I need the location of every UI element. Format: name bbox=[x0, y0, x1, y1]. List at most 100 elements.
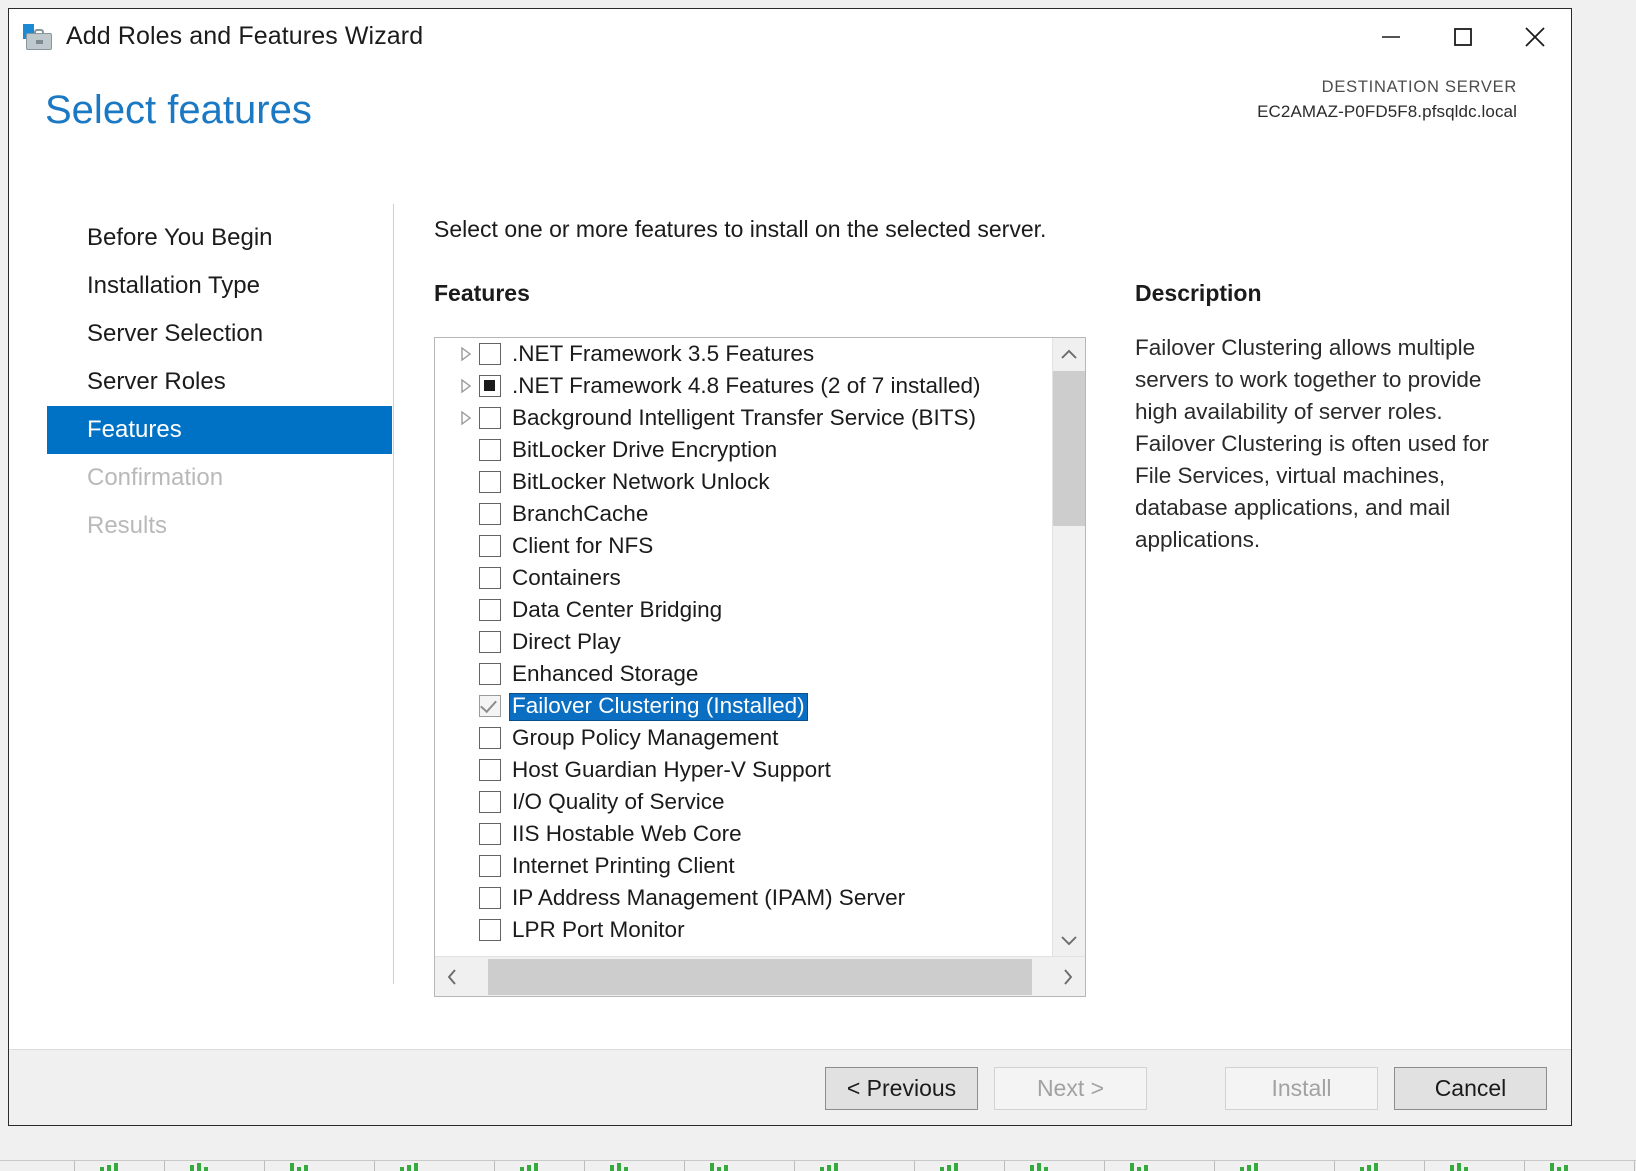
feature-row[interactable]: Host Guardian Hyper-V Support bbox=[435, 754, 1052, 786]
feature-checkbox[interactable] bbox=[479, 855, 501, 877]
feature-row[interactable]: IP Address Management (IPAM) Server bbox=[435, 882, 1052, 914]
feature-checkbox[interactable] bbox=[479, 631, 501, 653]
strip-separator bbox=[74, 1161, 75, 1171]
strip-separator bbox=[1634, 1161, 1635, 1171]
strip-marks bbox=[1030, 1162, 1048, 1171]
destination-server-name: EC2AMAZ-P0FD5F8.pfsqldc.local bbox=[1257, 100, 1517, 125]
previous-button[interactable]: < Previous bbox=[825, 1067, 978, 1110]
description-text: Failover Clustering allows multiple serv… bbox=[1135, 332, 1527, 556]
page-title: Select features bbox=[45, 88, 312, 133]
feature-row[interactable]: Client for NFS bbox=[435, 530, 1052, 562]
feature-checkbox[interactable] bbox=[479, 599, 501, 621]
wizard-footer: < Previous Next > Install Cancel bbox=[9, 1049, 1571, 1125]
feature-label: I/O Quality of Service bbox=[512, 791, 725, 814]
nav-item-results: Results bbox=[47, 502, 392, 550]
desktop-strip bbox=[0, 1126, 1636, 1171]
chevron-up-icon[interactable] bbox=[1053, 338, 1085, 371]
feature-label: Host Guardian Hyper-V Support bbox=[512, 759, 831, 782]
nav-item-features[interactable]: Features bbox=[47, 406, 392, 454]
feature-checkbox[interactable] bbox=[479, 919, 501, 941]
install-button: Install bbox=[1225, 1067, 1378, 1110]
strip-marks bbox=[100, 1162, 118, 1171]
expand-triangle-icon[interactable] bbox=[453, 378, 479, 394]
feature-checkbox[interactable] bbox=[479, 439, 501, 461]
feature-row[interactable]: BranchCache bbox=[435, 498, 1052, 530]
feature-row[interactable]: Data Center Bridging bbox=[435, 594, 1052, 626]
feature-row[interactable]: Group Policy Management bbox=[435, 722, 1052, 754]
maximize-icon[interactable] bbox=[1427, 9, 1499, 64]
nav-item-before-you-begin[interactable]: Before You Begin bbox=[47, 214, 392, 262]
feature-row[interactable]: Failover Clustering (Installed) bbox=[435, 690, 1052, 722]
strip-marks bbox=[820, 1162, 838, 1171]
expand-triangle-icon[interactable] bbox=[453, 346, 479, 362]
strip-marks bbox=[520, 1162, 538, 1171]
feature-row[interactable]: IIS Hostable Web Core bbox=[435, 818, 1052, 850]
destination-server-label: DESTINATION SERVER bbox=[1257, 76, 1517, 100]
feature-label: Internet Printing Client bbox=[512, 855, 735, 878]
feature-checkbox[interactable] bbox=[479, 535, 501, 557]
horizontal-scroll-thumb[interactable] bbox=[488, 959, 1032, 995]
nav-divider bbox=[393, 204, 394, 984]
strip-separator bbox=[1524, 1161, 1525, 1171]
feature-checkbox[interactable] bbox=[479, 567, 501, 589]
close-icon[interactable] bbox=[1499, 9, 1571, 64]
feature-row[interactable]: .NET Framework 4.8 Features (2 of 7 inst… bbox=[435, 370, 1052, 402]
feature-row[interactable]: I/O Quality of Service bbox=[435, 786, 1052, 818]
feature-checkbox[interactable] bbox=[479, 791, 501, 813]
feature-label: IP Address Management (IPAM) Server bbox=[512, 887, 905, 910]
feature-checkbox[interactable] bbox=[479, 823, 501, 845]
feature-row[interactable]: LPR Port Monitor bbox=[435, 914, 1052, 946]
strip-line bbox=[0, 1160, 1636, 1161]
strip-separator bbox=[794, 1161, 795, 1171]
feature-row[interactable]: Background Intelligent Transfer Service … bbox=[435, 402, 1052, 434]
feature-label: .NET Framework 4.8 Features (2 of 7 inst… bbox=[512, 375, 981, 398]
strip-separator bbox=[264, 1161, 265, 1171]
nav-item-label: Server Roles bbox=[87, 368, 226, 396]
cancel-button[interactable]: Cancel bbox=[1394, 1067, 1547, 1110]
feature-label: IIS Hostable Web Core bbox=[512, 823, 742, 846]
feature-checkbox[interactable] bbox=[479, 887, 501, 909]
feature-checkbox[interactable] bbox=[479, 407, 501, 429]
nav-item-label: Confirmation bbox=[87, 464, 223, 492]
feature-row[interactable]: Internet Printing Client bbox=[435, 850, 1052, 882]
minimize-icon[interactable] bbox=[1355, 9, 1427, 64]
feature-label: LPR Port Monitor bbox=[512, 919, 685, 942]
features-list[interactable]: .NET Framework 3.5 Features .NET Framewor… bbox=[435, 338, 1052, 956]
feature-checkbox[interactable] bbox=[479, 343, 501, 365]
nav-item-server-roles[interactable]: Server Roles bbox=[47, 358, 392, 406]
feature-row[interactable]: Containers bbox=[435, 562, 1052, 594]
feature-checkbox[interactable] bbox=[479, 503, 501, 525]
vertical-scroll-thumb[interactable] bbox=[1053, 371, 1085, 526]
feature-row[interactable]: BitLocker Drive Encryption bbox=[435, 434, 1052, 466]
vertical-scrollbar[interactable] bbox=[1052, 338, 1085, 956]
strip-marks bbox=[1450, 1162, 1468, 1171]
horizontal-scrollbar[interactable] bbox=[435, 956, 1085, 996]
features-listbox[interactable]: .NET Framework 3.5 Features .NET Framewor… bbox=[434, 337, 1086, 997]
feature-row[interactable]: Direct Play bbox=[435, 626, 1052, 658]
strip-marks bbox=[400, 1162, 418, 1171]
feature-row[interactable]: BitLocker Network Unlock bbox=[435, 466, 1052, 498]
feature-label: Containers bbox=[512, 567, 621, 590]
strip-separator bbox=[1004, 1161, 1005, 1171]
feature-checkbox bbox=[479, 695, 501, 717]
chevron-down-icon[interactable] bbox=[1053, 923, 1085, 956]
destination-server-block: DESTINATION SERVER EC2AMAZ-P0FD5F8.pfsql… bbox=[1257, 76, 1517, 125]
nav-item-installation-type[interactable]: Installation Type bbox=[47, 262, 392, 310]
chevron-left-icon[interactable] bbox=[435, 957, 469, 996]
feature-checkbox[interactable] bbox=[479, 375, 501, 397]
strip-marks bbox=[710, 1162, 728, 1171]
feature-label: Background Intelligent Transfer Service … bbox=[512, 407, 976, 430]
strip-separator bbox=[684, 1161, 685, 1171]
feature-checkbox[interactable] bbox=[479, 471, 501, 493]
feature-checkbox[interactable] bbox=[479, 727, 501, 749]
expand-triangle-icon[interactable] bbox=[453, 410, 479, 426]
strip-marks bbox=[1360, 1162, 1378, 1171]
feature-row[interactable]: .NET Framework 3.5 Features bbox=[435, 338, 1052, 370]
nav-item-label: Results bbox=[87, 512, 167, 540]
feature-row[interactable]: Enhanced Storage bbox=[435, 658, 1052, 690]
nav-item-server-selection[interactable]: Server Selection bbox=[47, 310, 392, 358]
feature-checkbox[interactable] bbox=[479, 663, 501, 685]
feature-checkbox[interactable] bbox=[479, 759, 501, 781]
feature-label: Group Policy Management bbox=[512, 727, 778, 750]
chevron-right-icon[interactable] bbox=[1051, 957, 1085, 996]
